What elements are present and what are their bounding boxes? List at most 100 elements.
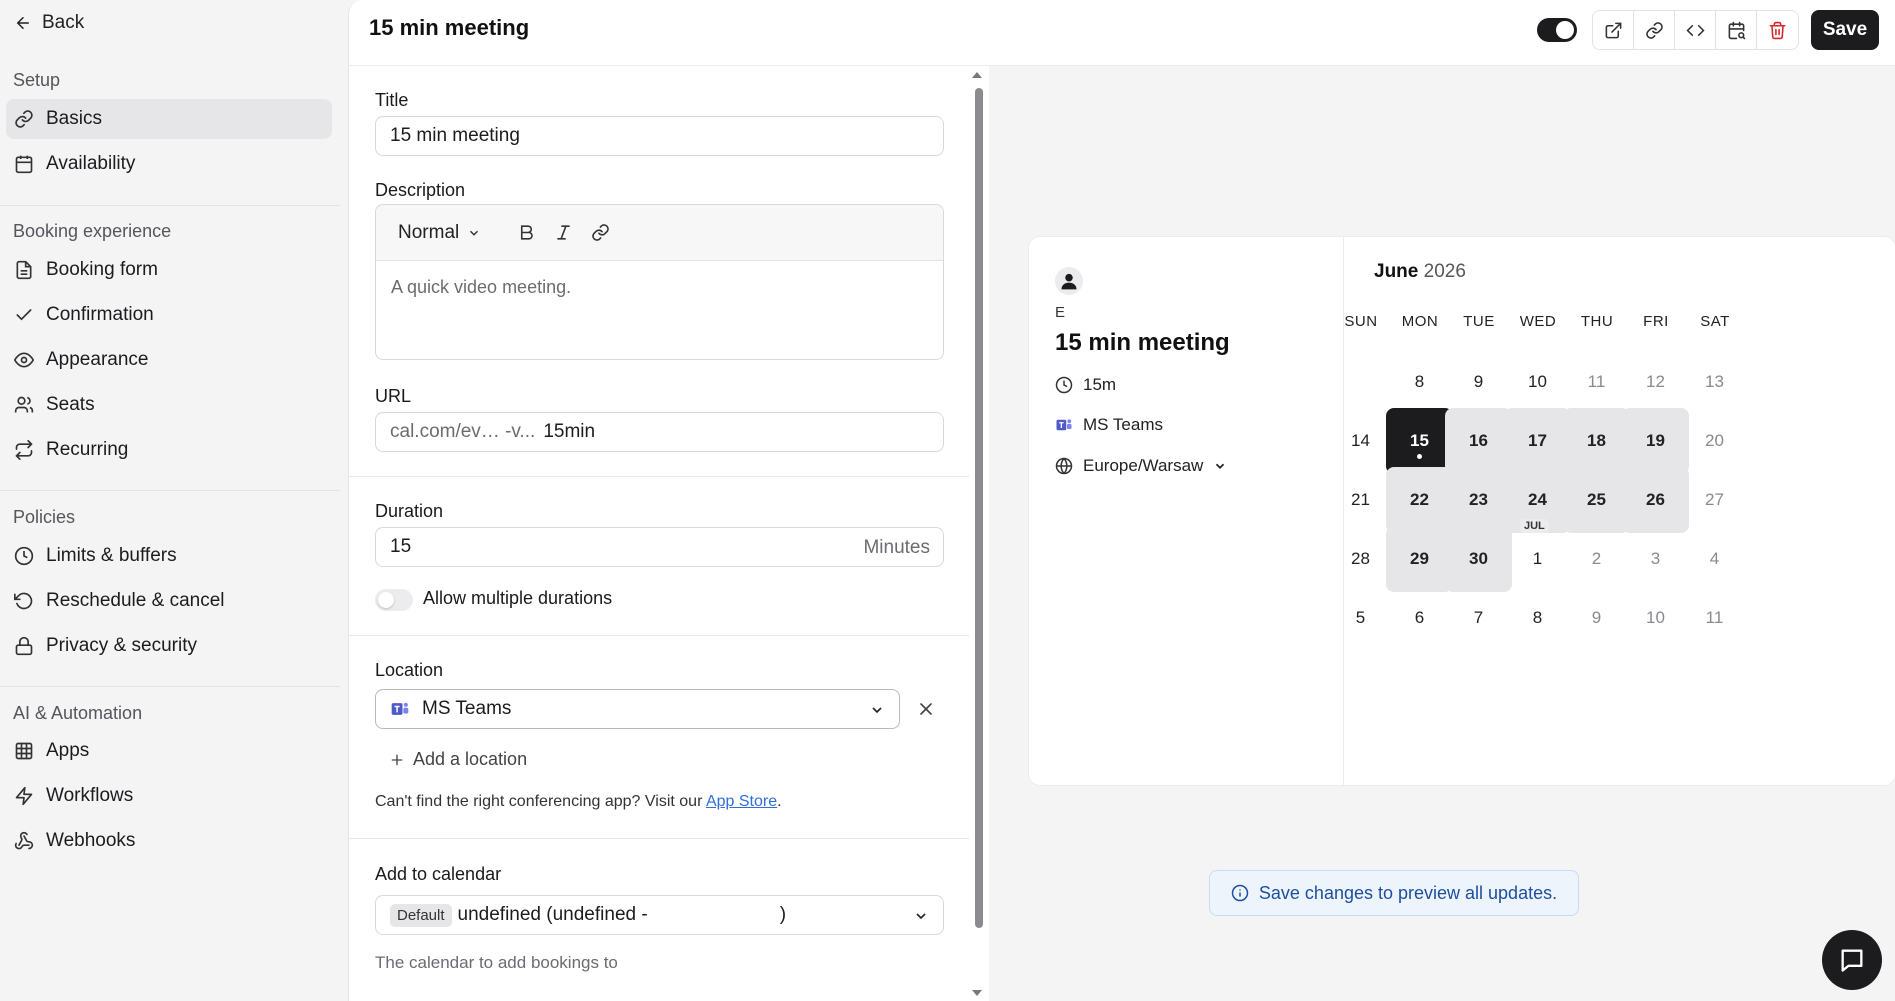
location-select[interactable]: MS Teams bbox=[375, 689, 900, 729]
booking-preview-card: E 15 min meeting 15m MS Teams Europe/War… bbox=[1028, 236, 1895, 786]
sidebar-item-workflows[interactable]: Workflows bbox=[6, 776, 332, 816]
description-label: Description bbox=[375, 180, 466, 200]
sidebar-item-webhooks[interactable]: Webhooks bbox=[6, 821, 332, 861]
sidebar-item-label: Webhooks bbox=[46, 830, 136, 851]
webhook-icon bbox=[14, 831, 34, 850]
calendar-day: 4 bbox=[1709, 549, 1720, 568]
title-value: 15 min meeting bbox=[390, 125, 520, 146]
calendar-day: 10 bbox=[1528, 372, 1547, 391]
ms-teams-icon bbox=[391, 702, 409, 715]
users-icon bbox=[14, 396, 34, 413]
calendar-day: 8 bbox=[1414, 372, 1425, 391]
bold-icon bbox=[521, 225, 533, 240]
plus-icon bbox=[391, 754, 403, 765]
italic-button[interactable] bbox=[554, 223, 573, 242]
calendar-day: 21 bbox=[1351, 490, 1370, 509]
section-policies: Policies bbox=[13, 507, 76, 527]
link-icon bbox=[592, 224, 609, 241]
copy-link-button[interactable] bbox=[1634, 11, 1675, 49]
sidebar-item-apps[interactable]: Apps bbox=[6, 731, 332, 771]
weekday-sat: SAT bbox=[1700, 313, 1730, 330]
calendar-day[interactable]: 18 bbox=[1563, 408, 1630, 474]
delete-button[interactable] bbox=[1757, 11, 1798, 49]
link-icon bbox=[15, 110, 33, 128]
sidebar-item-label: Recurring bbox=[46, 439, 129, 460]
chevron-down-icon bbox=[872, 707, 882, 714]
multiple-durations-toggle[interactable] bbox=[375, 589, 413, 611]
sidebar-item-privacy-security[interactable]: Privacy & security bbox=[6, 626, 332, 666]
lock-icon bbox=[15, 636, 33, 656]
calendar-day[interactable]: 26 bbox=[1622, 467, 1689, 533]
sidebar-item-limits-buffers[interactable]: Limits & buffers bbox=[6, 536, 332, 576]
calendar-day: 14 bbox=[1351, 431, 1370, 450]
sidebar-item-label: Basics bbox=[46, 108, 102, 129]
title-input[interactable]: 15 min meeting bbox=[375, 116, 944, 156]
add-location-button[interactable]: Add a location bbox=[389, 749, 527, 770]
weekday-mon: MON bbox=[1401, 313, 1439, 330]
calendar-select[interactable]: Default undefined (undefined - ) bbox=[375, 895, 944, 935]
sidebar-item-availability[interactable]: Availability bbox=[6, 144, 332, 184]
sidebar-item-appearance[interactable]: Appearance bbox=[6, 340, 332, 380]
calendar-day[interactable]: 22 bbox=[1386, 467, 1453, 533]
top-bar: 15 min meeting Save bbox=[349, 0, 1895, 66]
back-button[interactable]: Back bbox=[14, 12, 84, 34]
sidebar-item-basics[interactable]: Basics bbox=[6, 99, 332, 139]
calendar-day[interactable]: 19 bbox=[1622, 408, 1689, 474]
sidebar-item-label: Privacy & security bbox=[46, 635, 197, 656]
duration-input[interactable]: 15 Minutes bbox=[375, 527, 944, 567]
chevron-down-icon bbox=[1216, 463, 1225, 469]
text-format-select[interactable]: Normal bbox=[398, 222, 481, 244]
calendar-day[interactable]: 30 bbox=[1445, 526, 1512, 592]
duration-value: 15 bbox=[390, 536, 412, 557]
chat-icon bbox=[1841, 949, 1863, 972]
sidebar: Back Setup Basics Availability Booking e… bbox=[0, 0, 348, 1001]
timezone-select[interactable]: Europe/Warsaw bbox=[1055, 456, 1227, 476]
description-textarea[interactable]: A quick video meeting. bbox=[376, 261, 943, 314]
event-details: E 15 min meeting 15m MS Teams Europe/War… bbox=[1029, 237, 1344, 785]
calendar-day[interactable]: 17 bbox=[1504, 408, 1571, 474]
support-chat-button[interactable] bbox=[1822, 930, 1882, 990]
remove-location-button[interactable] bbox=[916, 699, 936, 719]
host-initial: E bbox=[1055, 304, 1066, 321]
grid-icon bbox=[15, 742, 33, 760]
calendar-day: 9 bbox=[1591, 608, 1602, 627]
section-booking-experience: Booking experience bbox=[13, 221, 172, 241]
sidebar-item-confirmation[interactable]: Confirmation bbox=[6, 295, 332, 335]
sidebar-item-seats[interactable]: Seats bbox=[6, 385, 332, 425]
calendar-day: 8 bbox=[1532, 608, 1543, 627]
bold-button[interactable] bbox=[517, 223, 536, 242]
month-year: 2026 bbox=[1423, 261, 1466, 282]
sidebar-item-recurring[interactable]: Recurring bbox=[6, 430, 332, 470]
conferencing-help-prefix: Can't find the right conferencing app? V… bbox=[375, 793, 703, 810]
calendar-day[interactable]: 25 bbox=[1563, 467, 1630, 533]
calendar-search-icon bbox=[1728, 21, 1745, 39]
italic-icon bbox=[557, 225, 571, 240]
event-title: 15 min meeting bbox=[1055, 329, 1230, 356]
preview-button[interactable] bbox=[1593, 11, 1634, 49]
save-button[interactable]: Save bbox=[1811, 10, 1879, 50]
calendar-day: 27 bbox=[1705, 490, 1724, 509]
calendar-day: 6 bbox=[1414, 608, 1425, 627]
link-button[interactable] bbox=[591, 223, 610, 242]
url-input[interactable]: cal.com/ev… -v... 15min bbox=[375, 412, 944, 452]
calendar-icon bbox=[15, 155, 33, 174]
calendar-day: 11 bbox=[1705, 608, 1724, 627]
calendar-day[interactable]: 16 bbox=[1445, 408, 1512, 474]
calendar-day: 20 bbox=[1705, 431, 1724, 450]
calendar-day[interactable]: 23 bbox=[1445, 467, 1512, 533]
hidden-toggle[interactable] bbox=[1537, 18, 1577, 42]
divider bbox=[0, 686, 340, 687]
calendar-value-end: ) bbox=[779, 904, 787, 925]
calendar-day[interactable]: 15 bbox=[1386, 408, 1453, 474]
rotate-ccw-icon bbox=[14, 592, 33, 610]
section-ai-automation: AI & Automation bbox=[13, 703, 143, 723]
calendar-day[interactable]: 29 bbox=[1386, 526, 1453, 592]
embed-button[interactable] bbox=[1675, 11, 1716, 49]
sidebar-item-booking-form[interactable]: Booking form bbox=[6, 250, 332, 290]
file-text-icon bbox=[16, 260, 32, 280]
sidebar-item-reschedule-cancel[interactable]: Reschedule & cancel bbox=[6, 581, 332, 621]
section-setup: Setup bbox=[13, 70, 61, 90]
scrollbar-thumb[interactable] bbox=[975, 88, 983, 928]
app-store-link[interactable]: App Store bbox=[706, 793, 777, 810]
calendar-settings-button[interactable] bbox=[1716, 11, 1757, 49]
